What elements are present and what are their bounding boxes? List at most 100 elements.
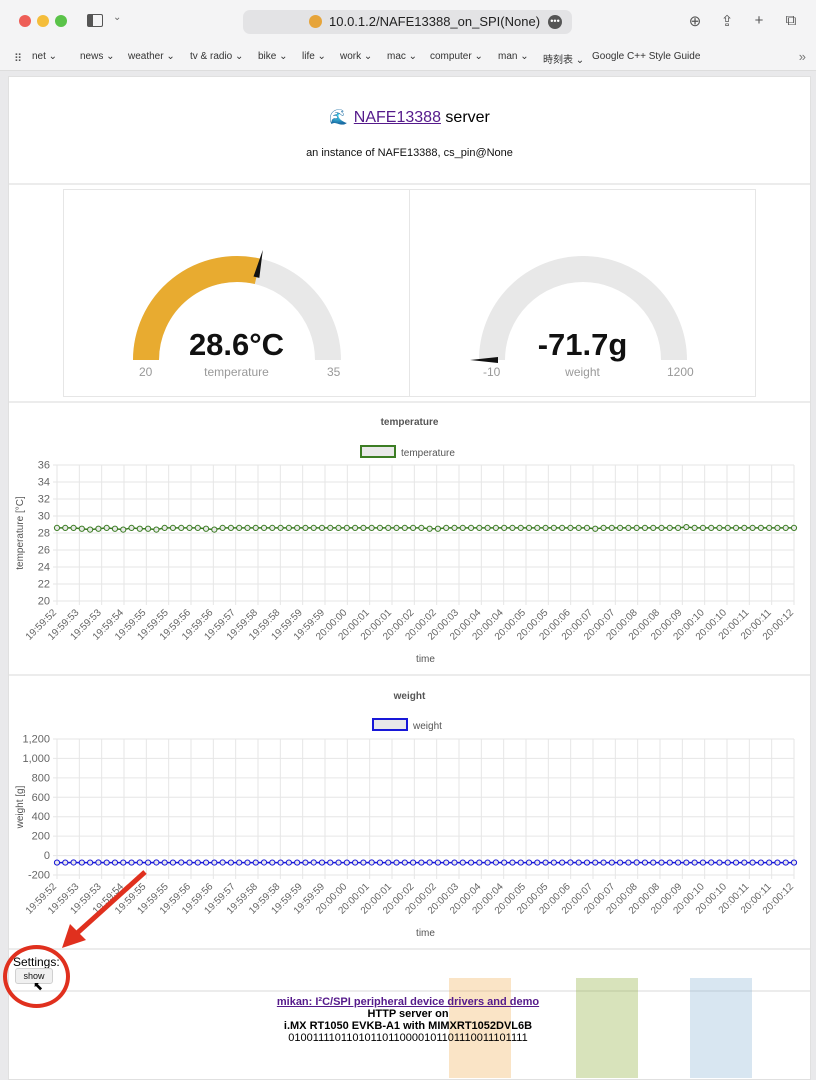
data-point — [402, 860, 407, 865]
data-point — [162, 525, 167, 530]
footer-line3: i.MX RT1050 EVKB-A1 with MIMXRT1052DVL6B — [0, 1020, 816, 1032]
bookmark-item[interactable]: net ⌄ — [32, 51, 57, 62]
bookmark-item[interactable]: tv & radio ⌄ — [190, 51, 243, 62]
data-point — [427, 860, 432, 865]
data-point — [576, 860, 581, 865]
zoom-window-button[interactable] — [55, 15, 67, 27]
temperature-chart: 36343230282624222019:59:5219:59:5319:59:… — [9, 453, 810, 723]
data-point — [129, 525, 134, 530]
data-point — [518, 525, 523, 530]
new-tab-icon[interactable]: + — [750, 12, 768, 29]
data-point — [253, 525, 258, 530]
y-tick-label: 34 — [38, 477, 50, 489]
data-point — [361, 860, 366, 865]
data-point — [477, 525, 482, 530]
data-point — [634, 860, 639, 865]
data-point — [203, 526, 208, 531]
footer-binary: 0100111101101011011000010110111001110111… — [0, 1032, 816, 1044]
download-icon[interactable]: ⊕ — [686, 12, 704, 30]
data-point — [369, 525, 374, 530]
data-point — [675, 860, 680, 865]
data-point — [121, 527, 126, 532]
close-window-button[interactable] — [19, 15, 31, 27]
data-point — [261, 525, 266, 530]
data-point — [717, 525, 722, 530]
bookmark-item[interactable]: man ⌄ — [498, 51, 529, 62]
data-point — [104, 525, 109, 530]
data-point — [394, 860, 399, 865]
data-point — [303, 860, 308, 865]
grid-icon[interactable]: ⠿ — [14, 52, 22, 65]
data-point — [303, 525, 308, 530]
data-point — [319, 860, 324, 865]
data-point — [576, 525, 581, 530]
data-point — [319, 525, 324, 530]
address-bar[interactable]: 10.0.1.2/NAFE13388_on_SPI(None) ••• — [243, 10, 572, 34]
data-point — [237, 525, 242, 530]
bookmark-item[interactable]: news ⌄ — [80, 51, 115, 62]
minimize-window-button[interactable] — [37, 15, 49, 27]
data-point — [593, 526, 598, 531]
data-point — [568, 525, 573, 530]
data-point — [79, 526, 84, 531]
tab-overview-icon[interactable]: ⧉ — [782, 12, 800, 29]
data-point — [245, 525, 250, 530]
data-point — [733, 525, 738, 530]
bookmark-item[interactable]: 時刻表 ⌄ — [543, 51, 584, 66]
bookmark-item[interactable]: mac ⌄ — [387, 51, 417, 62]
data-point — [270, 860, 275, 865]
data-point — [179, 525, 184, 530]
bookmark-item[interactable]: weather ⌄ — [128, 51, 175, 62]
bookmark-item[interactable]: bike ⌄ — [258, 51, 288, 62]
data-point — [112, 526, 117, 531]
bookmark-item[interactable]: life ⌄ — [302, 51, 326, 62]
data-point — [278, 525, 283, 530]
data-point — [767, 525, 772, 530]
bookmark-item[interactable]: computer ⌄ — [430, 51, 483, 62]
data-point — [543, 525, 548, 530]
data-point — [377, 860, 382, 865]
weight-gauge-label: weight — [410, 365, 755, 379]
data-point — [543, 860, 548, 865]
data-point — [700, 860, 705, 865]
data-point — [684, 524, 689, 529]
data-point — [460, 860, 465, 865]
data-point — [328, 525, 333, 530]
data-point — [71, 525, 76, 530]
data-point — [626, 860, 631, 865]
data-point — [170, 525, 175, 530]
nafe13388-link[interactable]: NAFE13388 — [354, 109, 441, 126]
chevron-down-icon[interactable]: ⌄ — [113, 12, 121, 23]
data-point — [195, 525, 200, 530]
data-point — [328, 860, 333, 865]
mikan-link[interactable]: mikan: I²C/SPI peripheral device drivers… — [277, 996, 539, 1008]
data-point — [584, 860, 589, 865]
data-point — [733, 860, 738, 865]
data-point — [502, 525, 507, 530]
data-point — [137, 526, 142, 531]
data-point — [750, 525, 755, 530]
data-point — [667, 860, 672, 865]
data-point — [700, 525, 705, 530]
data-point — [88, 527, 93, 532]
data-point — [725, 860, 730, 865]
more-bookmarks-icon[interactable]: » — [799, 49, 806, 64]
bookmark-item[interactable]: work ⌄ — [340, 51, 372, 62]
data-point — [659, 525, 664, 530]
divider — [9, 183, 810, 185]
weight-value: -71.7g — [410, 327, 755, 363]
sidebar-toggle-icon[interactable] — [87, 14, 103, 27]
share-icon[interactable]: ⇪ — [718, 12, 736, 30]
data-point — [369, 860, 374, 865]
data-point — [642, 525, 647, 530]
y-tick-label: 24 — [38, 562, 50, 574]
data-point — [394, 525, 399, 530]
site-icon — [309, 15, 322, 28]
y-tick-label: 400 — [32, 811, 50, 823]
more-options-icon[interactable]: ••• — [548, 15, 562, 29]
data-point — [725, 525, 730, 530]
data-point — [444, 525, 449, 530]
y-tick-label: 600 — [32, 792, 50, 804]
data-point — [618, 525, 623, 530]
bookmark-item[interactable]: Google C++ Style Guide — [592, 51, 700, 62]
